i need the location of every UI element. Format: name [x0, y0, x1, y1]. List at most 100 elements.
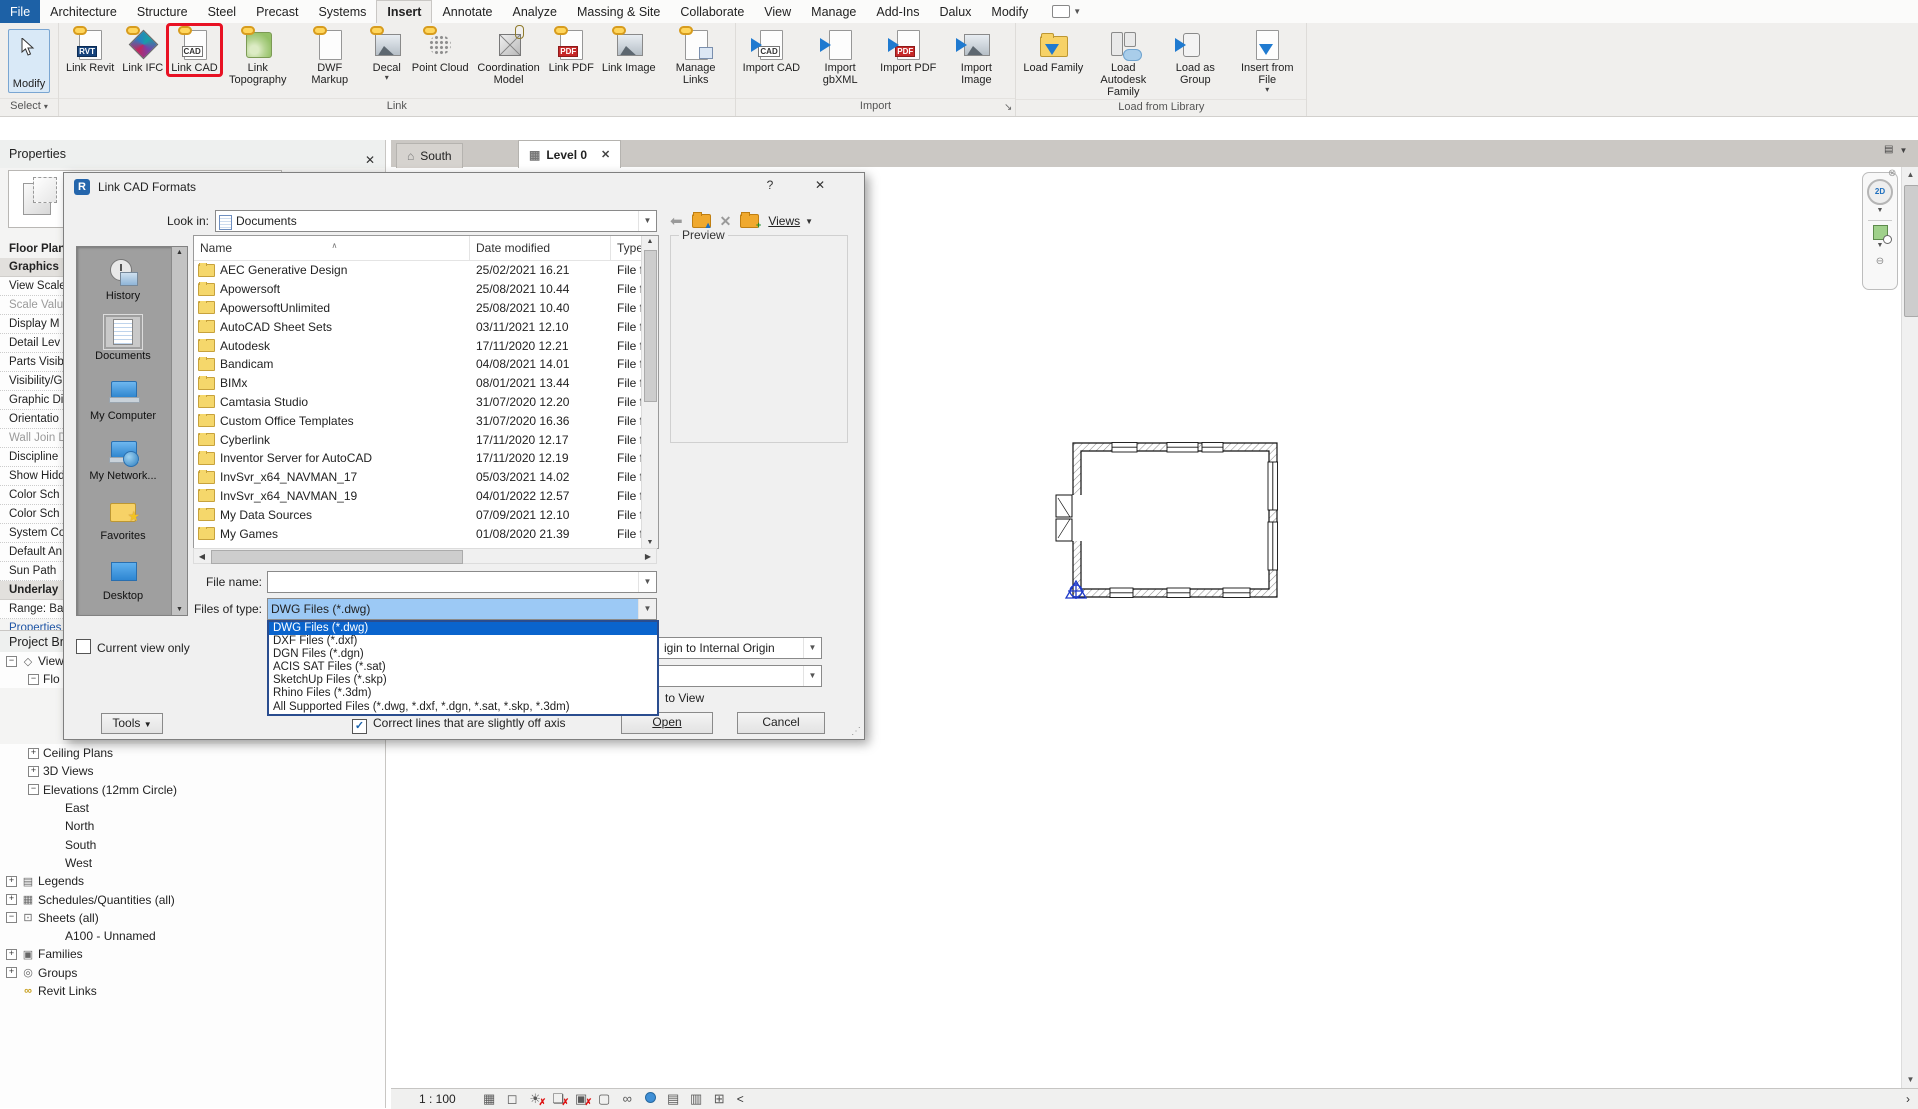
worksharing-display-icon[interactable]: ▥	[687, 1091, 705, 1107]
file-row[interactable]: AEC Generative Design25/02/2021 16.21Fil…	[194, 261, 642, 280]
detail-level-icon[interactable]: ▦	[480, 1091, 498, 1107]
place-favorites[interactable]: ★Favorites	[77, 497, 169, 542]
vcb-collapse-arrow[interactable]: <	[737, 1092, 744, 1106]
link-cad-button[interactable]: CADLink CAD	[168, 25, 220, 75]
point-cloud-button[interactable]: Point Cloud	[409, 25, 472, 75]
coordination-model-button[interactable]: Coordination Model	[474, 25, 544, 87]
file-type-option[interactable]: All Supported Files (*.dwg, *.dxf, *.dgn…	[269, 701, 657, 714]
collapse-icon[interactable]: −	[6, 656, 17, 667]
file-row[interactable]: Apowersoft25/08/2021 10.44File fo	[194, 280, 642, 299]
modify-button[interactable]: Modify	[8, 29, 50, 93]
ribbon-tab-analyze[interactable]: Analyze	[503, 0, 567, 23]
collapse-icon[interactable]: −	[6, 912, 17, 923]
ribbon-tab-file[interactable]: File	[0, 0, 40, 23]
file-row[interactable]: Autodesk17/11/2020 12.21File fo	[194, 336, 642, 355]
tree-item-revit-links[interactable]: ∞Revit Links	[0, 982, 385, 1000]
dialog-launcher-icon[interactable]: ↘	[1004, 100, 1012, 115]
dialog-title-bar[interactable]: R Link CAD Formats	[64, 173, 864, 200]
visual-style-icon[interactable]: ◻	[503, 1091, 521, 1107]
import-cad-button[interactable]: CADImport CAD	[740, 25, 803, 75]
import-image-button[interactable]: Import Image	[941, 25, 1011, 87]
ribbon-tab-insert[interactable]: Insert	[376, 0, 432, 23]
load-family-button[interactable]: Load Family	[1020, 25, 1086, 75]
delete-icon[interactable]: ✕	[720, 213, 732, 230]
ribbon-tab-structure[interactable]: Structure	[127, 0, 198, 23]
decal-button[interactable]: Decal▾	[367, 25, 407, 82]
file-row[interactable]: Custom Office Templates31/07/2020 16.36F…	[194, 411, 642, 430]
tree-item-elevations-12mm-circle-[interactable]: −Elevations (12mm Circle)	[0, 781, 385, 799]
cancel-button[interactable]: Cancel	[737, 712, 825, 734]
resize-grip[interactable]: ⋰	[851, 726, 861, 737]
view-list-icon[interactable]: ▤	[1884, 144, 1893, 158]
file-row[interactable]: InvSvr_x64_NAVMAN_1705/03/2021 14.02File…	[194, 468, 642, 487]
file-type-option[interactable]: DXF Files (*.dxf)	[269, 635, 657, 648]
tools-button[interactable]: Tools ▼	[101, 713, 163, 734]
tree-item-a100-unnamed[interactable]: A100 - Unnamed	[0, 927, 385, 945]
place-documents[interactable]: Documents	[77, 317, 169, 362]
file-row[interactable]: My Games01/08/2020 21.39File fo	[194, 524, 642, 543]
sun-path-off-icon[interactable]: ☀✗	[526, 1091, 544, 1107]
link-image-button[interactable]: Link Image	[599, 25, 659, 75]
file-type-option[interactable]: DWG Files (*.dwg)	[269, 622, 657, 635]
column-header-date-modified[interactable]: Date modified	[470, 236, 611, 260]
link-topography-button[interactable]: Link Topography	[223, 25, 293, 87]
temporary-view-properties-icon[interactable]: ▤	[664, 1091, 682, 1107]
place-my-computer[interactable]: My Computer	[77, 377, 169, 422]
ribbon-tab-steel[interactable]: Steel	[198, 0, 247, 23]
import-gbxml-button[interactable]: Import gbXML	[805, 25, 875, 87]
scroll-down-icon[interactable]: ▼	[642, 539, 658, 546]
tree-item-3d-views[interactable]: +3D Views	[0, 762, 385, 780]
expand-icon[interactable]: +	[6, 876, 17, 887]
up-one-level-icon[interactable]: ▲	[692, 214, 711, 228]
column-header-type[interactable]: Type	[611, 236, 642, 260]
file-row[interactable]: AutoCAD Sheet Sets03/11/2021 12.10File f…	[194, 317, 642, 336]
views-dropdown[interactable]: Views▼	[768, 214, 813, 228]
link-revit-button[interactable]: RVTLink Revit	[63, 25, 117, 75]
import-pdf-button[interactable]: PDFImport PDF	[877, 25, 939, 75]
load-as-group-button[interactable]: Load as Group	[1160, 25, 1230, 87]
file-row[interactable]: Inventor Server for AutoCAD17/11/2020 12…	[194, 449, 642, 468]
dwf-markup-button[interactable]: DWF Markup	[295, 25, 365, 87]
select-panel-label[interactable]: Select ▾	[0, 98, 58, 116]
scrollbar-thumb[interactable]	[1904, 185, 1918, 317]
files-of-type-dropdown[interactable]: DWG Files (*.dwg)▼	[267, 598, 657, 620]
scroll-left-icon[interactable]: ◀	[194, 549, 210, 563]
expand-icon[interactable]: +	[6, 949, 17, 960]
close-tab-icon[interactable]: ✕	[601, 148, 610, 161]
file-name-input[interactable]: ▼	[267, 571, 657, 593]
show-constraints-icon[interactable]: ⊞	[710, 1091, 728, 1107]
floor-plan[interactable]	[1055, 435, 1295, 615]
file-row[interactable]: Cyberlink17/11/2020 12.17File fo	[194, 430, 642, 449]
scrollbar-thumb[interactable]	[211, 550, 463, 564]
collapse-icon[interactable]: −	[28, 674, 39, 685]
file-type-option[interactable]: Rhino Files (*.3dm)	[269, 687, 657, 700]
expand-icon[interactable]: +	[28, 766, 39, 777]
file-row[interactable]: Bandicam04/08/2021 14.01File fo	[194, 355, 642, 374]
navbar-collapse-icon[interactable]: ⊖	[1876, 256, 1884, 267]
file-type-option[interactable]: ACIS SAT Files (*.sat)	[269, 661, 657, 674]
file-row[interactable]: My Data Sources07/09/2021 12.10File fo	[194, 505, 642, 524]
scroll-right-icon[interactable]: ▶	[640, 549, 656, 563]
shadows-off-icon[interactable]: ❏✗	[549, 1091, 567, 1107]
expand-icon[interactable]: +	[6, 894, 17, 905]
load-autodesk-family-button[interactable]: Load Autodesk Family	[1088, 25, 1158, 99]
tree-item-sheets-all-[interactable]: −⊡Sheets (all)	[0, 909, 385, 927]
expand-icon[interactable]: +	[6, 967, 17, 978]
ribbon-tab-dalux[interactable]: Dalux	[929, 0, 981, 23]
tab-menu-icon[interactable]: ▼	[1899, 144, 1907, 158]
correct-lines-checkbox[interactable]: ✓Correct lines that are slightly off axi…	[352, 716, 566, 734]
dialog-help-button[interactable]: ?	[762, 178, 778, 192]
ribbon-tab-add-ins[interactable]: Add-Ins	[866, 0, 929, 23]
look-in-dropdown[interactable]: Documents ▼	[215, 210, 657, 232]
ribbon-display-toggle[interactable]: ▼	[1052, 0, 1081, 23]
place-history[interactable]: History	[77, 257, 169, 302]
tree-item-west[interactable]: West	[0, 854, 385, 872]
scroll-up-icon[interactable]: ▲	[1902, 167, 1918, 183]
view-tab-level-0[interactable]: ▦Level 0✕	[518, 140, 621, 168]
file-type-option[interactable]: SketchUp Files (*.skp)	[269, 674, 657, 687]
ribbon-tab-architecture[interactable]: Architecture	[40, 0, 127, 23]
scroll-right-icon[interactable]: ›	[1906, 1092, 1910, 1106]
places-scrollbar[interactable]: ▲ ▼	[171, 247, 187, 615]
ribbon-tab-modify[interactable]: Modify	[981, 0, 1038, 23]
ribbon-tab-massing-site[interactable]: Massing & Site	[567, 0, 670, 23]
